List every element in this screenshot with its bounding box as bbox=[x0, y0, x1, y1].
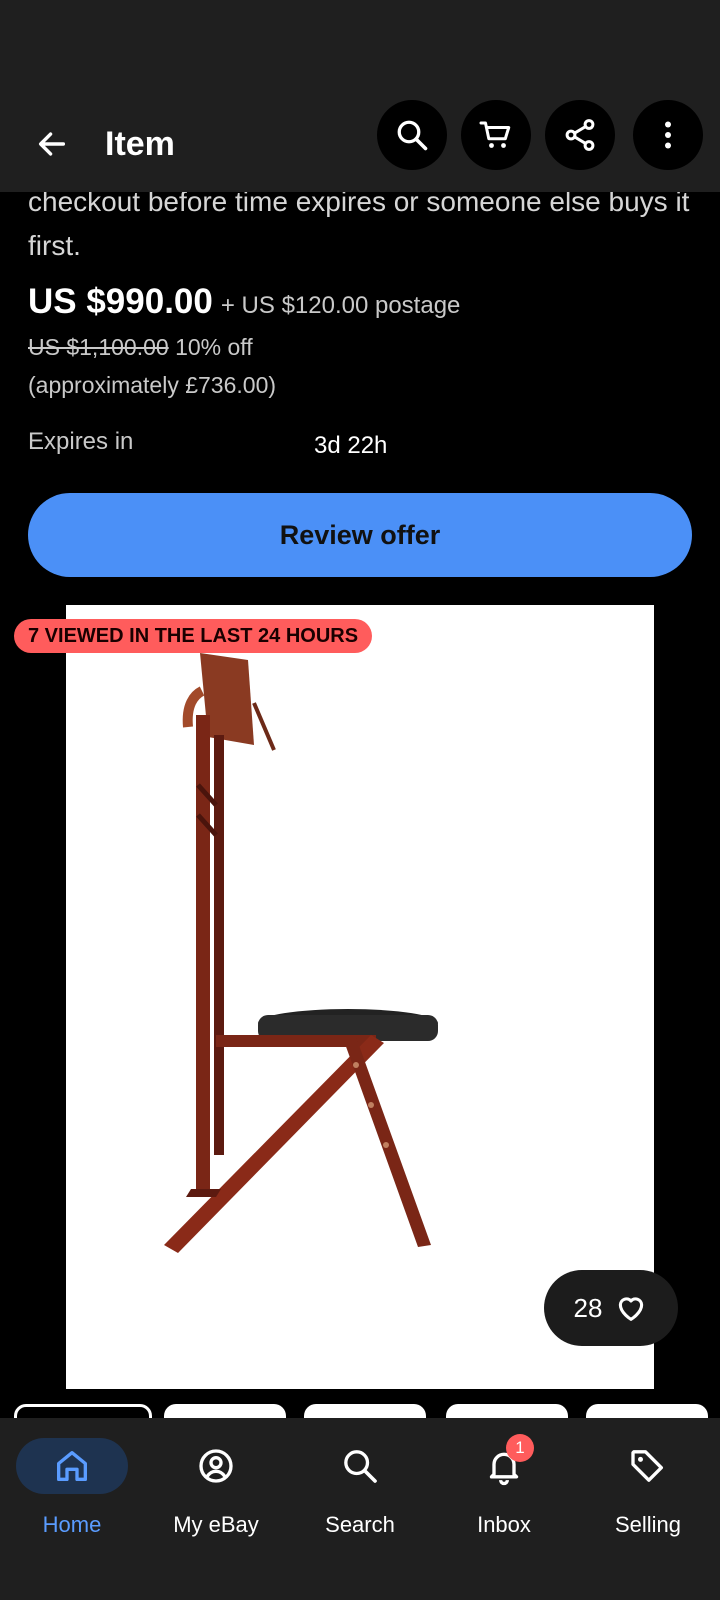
thumbnail[interactable] bbox=[304, 1404, 426, 1418]
nav-label: Selling bbox=[614, 1512, 682, 1537]
nav-label: Home bbox=[42, 1512, 102, 1537]
heart-icon bbox=[619, 1297, 644, 1321]
nav-inbox[interactable]: 1 Inbox bbox=[432, 1434, 576, 1538]
expires-value: 3d 22h bbox=[314, 432, 388, 459]
discount: 10% off bbox=[175, 334, 253, 360]
tag-icon-wrap bbox=[592, 1438, 704, 1494]
nav-search[interactable]: Search bbox=[288, 1438, 432, 1538]
share-button[interactable] bbox=[545, 100, 615, 170]
home-icon-wrap bbox=[16, 1438, 128, 1494]
app-bar: Item bbox=[0, 96, 720, 192]
page-title: Item bbox=[105, 125, 175, 163]
was-price: US $1,100.00 bbox=[28, 334, 169, 360]
thumbnail[interactable] bbox=[586, 1404, 708, 1418]
price: US $990.00 bbox=[28, 282, 213, 321]
was-price-row: US $1,100.00 10% off bbox=[28, 334, 253, 361]
user-icon bbox=[199, 1449, 233, 1483]
bottom-navigation: Home My eBay Search 1 Inbox Selling bbox=[0, 1418, 720, 1600]
search-icon bbox=[344, 1450, 377, 1483]
thumbnail[interactable] bbox=[446, 1404, 568, 1418]
bell-icon-wrap: 1 bbox=[448, 1434, 560, 1494]
notification-badge: 1 bbox=[506, 1434, 534, 1462]
home-icon bbox=[57, 1451, 88, 1481]
cart-icon bbox=[479, 121, 511, 148]
more-vertical-icon bbox=[665, 121, 671, 149]
status-bar bbox=[0, 0, 720, 96]
arrow-left-icon bbox=[38, 132, 66, 156]
price-row: US $990.00 + US $120.00 postage bbox=[28, 282, 460, 322]
item-photo[interactable] bbox=[66, 605, 654, 1389]
review-offer-button[interactable]: Review offer bbox=[28, 493, 692, 577]
thumbnail-strip bbox=[0, 1404, 720, 1418]
expires-label: Expires in bbox=[28, 428, 134, 455]
nav-label: Search bbox=[325, 1512, 395, 1537]
postage: + US $120.00 postage bbox=[220, 292, 461, 319]
like-count: 28 bbox=[573, 1292, 603, 1323]
search-button[interactable] bbox=[377, 100, 447, 170]
cart-button[interactable] bbox=[461, 100, 531, 170]
thumbnail[interactable] bbox=[164, 1404, 286, 1418]
views-badge: 7 VIEWED IN THE LAST 24 HOURS bbox=[14, 619, 373, 653]
nav-selling[interactable]: Selling bbox=[576, 1438, 720, 1538]
chair-image bbox=[164, 653, 438, 1253]
nav-my-ebay[interactable]: My eBay bbox=[144, 1438, 288, 1538]
search-icon-wrap bbox=[304, 1438, 416, 1494]
approx-price: (approximately £736.00) bbox=[28, 372, 277, 398]
user-icon-wrap bbox=[160, 1438, 272, 1494]
tag-icon bbox=[631, 1450, 663, 1482]
nav-label: Inbox bbox=[477, 1512, 531, 1537]
thumbnail[interactable] bbox=[14, 1404, 152, 1418]
offer-expiry-message: checkout before time expires or someone … bbox=[28, 186, 690, 261]
back-button[interactable] bbox=[26, 118, 78, 170]
share-icon bbox=[565, 119, 595, 151]
search-icon bbox=[397, 120, 428, 151]
more-button[interactable] bbox=[633, 100, 703, 170]
nav-label: My eBay bbox=[173, 1512, 259, 1537]
nav-home[interactable]: Home bbox=[0, 1438, 144, 1538]
watch-button[interactable]: 28 bbox=[544, 1270, 678, 1346]
